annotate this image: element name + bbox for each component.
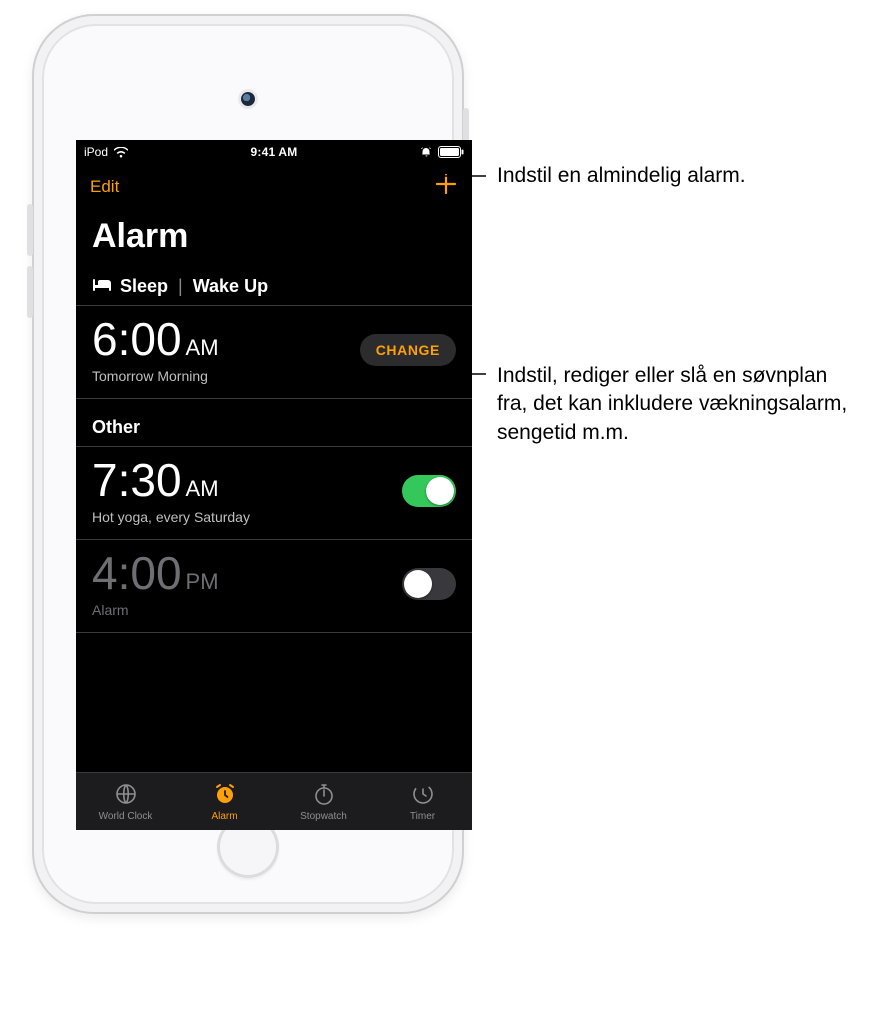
sleep-alarm-time: 6:00 (92, 316, 182, 362)
device-frame: iPod 9:41 AM Edit (32, 14, 464, 914)
tab-bar: World Clock Alarm Stopwatch (76, 772, 472, 830)
alarm-time: 4:00 (92, 550, 182, 596)
tab-world-clock[interactable]: World Clock (76, 773, 175, 830)
status-carrier: iPod (84, 145, 108, 159)
timer-icon (411, 782, 435, 809)
alarm-toggle[interactable] (402, 475, 456, 507)
sleep-separator: | (178, 276, 183, 297)
alarm-sub: Alarm (92, 602, 219, 618)
add-alarm-button[interactable] (434, 172, 458, 201)
device-bezel: iPod 9:41 AM Edit (42, 24, 454, 904)
wake-label: Wake Up (193, 276, 268, 297)
tab-timer[interactable]: Timer (373, 773, 472, 830)
page-title: Alarm (76, 207, 472, 270)
toggle-knob (404, 570, 432, 598)
alarm-row[interactable]: 4:00 PM Alarm (76, 540, 472, 633)
callout-add: Indstil en almindelig alarm. (497, 162, 746, 190)
plus-icon (434, 172, 458, 196)
wifi-icon (114, 147, 128, 158)
sleep-label: Sleep (120, 276, 168, 297)
sleep-alarm-ampm: AM (186, 337, 219, 359)
sleep-alarm-row[interactable]: 6:00 AM Tomorrow Morning CHANGE (76, 306, 472, 399)
volume-up-button[interactable] (27, 204, 33, 256)
alarm-ampm: AM (186, 478, 219, 500)
alarm-toggle[interactable] (402, 568, 456, 600)
alarm-status-icon (420, 146, 432, 158)
volume-down-button[interactable] (27, 266, 33, 318)
navigation-bar: Edit (76, 164, 472, 207)
tab-stopwatch[interactable]: Stopwatch (274, 773, 373, 830)
front-camera (241, 92, 255, 106)
sleep-alarm-sub: Tomorrow Morning (92, 368, 219, 384)
bed-icon (92, 276, 112, 297)
battery-icon (438, 146, 464, 158)
toggle-knob (426, 477, 454, 505)
tab-alarm[interactable]: Alarm (175, 773, 274, 830)
tab-label: Stopwatch (300, 811, 347, 822)
callout-change: Indstil, rediger eller slå en søvnplan f… (497, 362, 857, 447)
alarm-sub: Hot yoga, every Saturday (92, 509, 250, 525)
status-time: 9:41 AM (251, 145, 298, 159)
status-bar: iPod 9:41 AM (76, 140, 472, 164)
screen: iPod 9:41 AM Edit (76, 140, 472, 830)
sleep-section-header: Sleep | Wake Up (76, 270, 472, 306)
tab-label: World Clock (99, 811, 153, 822)
tab-label: Timer (410, 811, 435, 822)
stopwatch-icon (312, 782, 336, 809)
globe-icon (114, 782, 138, 809)
alarm-time: 7:30 (92, 457, 182, 503)
tab-label: Alarm (211, 811, 237, 822)
change-button[interactable]: CHANGE (360, 334, 456, 366)
alarm-clock-icon (213, 782, 237, 809)
alarm-row[interactable]: 7:30 AM Hot yoga, every Saturday (76, 447, 472, 540)
alarm-ampm: PM (186, 571, 219, 593)
other-section-header: Other (76, 399, 472, 447)
edit-button[interactable]: Edit (90, 177, 119, 197)
